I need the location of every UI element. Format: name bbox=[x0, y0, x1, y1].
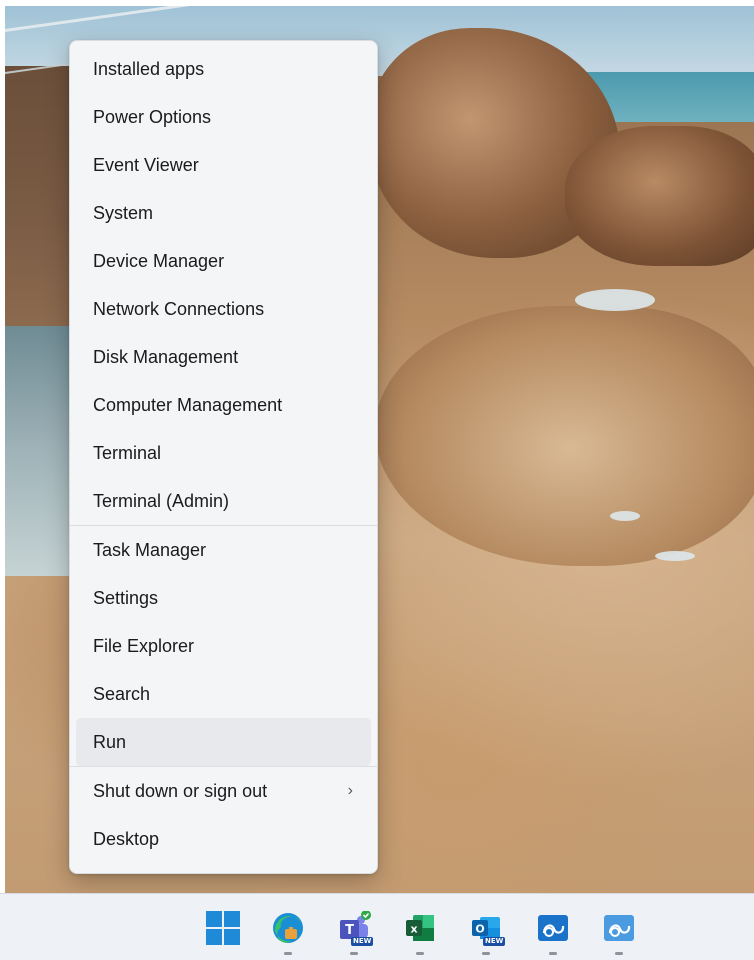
remote-app-icon[interactable] bbox=[536, 911, 570, 945]
microsoft-excel-icon[interactable]: x bbox=[403, 911, 437, 945]
microsoft-outlook-icon[interactable]: O NEW bbox=[469, 911, 506, 946]
menu-item-label: System bbox=[93, 202, 154, 223]
menu-item-label: Terminal (Admin) bbox=[93, 490, 230, 511]
running-indicator bbox=[284, 952, 292, 955]
new-badge: NEW bbox=[351, 937, 374, 946]
menu-item-label: Task Manager bbox=[93, 539, 207, 560]
running-indicator bbox=[416, 952, 424, 955]
menu-item-terminal-admin[interactable]: Terminal (Admin) bbox=[76, 477, 371, 525]
menu-item-label: Installed apps bbox=[93, 58, 205, 79]
svg-text:x: x bbox=[410, 923, 417, 936]
microsoft-edge-icon[interactable] bbox=[271, 911, 305, 945]
menu-item-terminal[interactable]: Terminal bbox=[76, 429, 371, 477]
menu-item-label: Search bbox=[93, 683, 151, 704]
menu-item-label: Event Viewer bbox=[93, 154, 199, 175]
wallpaper-pool bbox=[5, 326, 75, 576]
running-indicator bbox=[482, 952, 490, 955]
menu-item-label: File Explorer bbox=[93, 635, 195, 656]
wallpaper-rock bbox=[565, 126, 754, 266]
menu-item-label: Disk Management bbox=[93, 346, 239, 367]
menu-item-label: Power Options bbox=[93, 106, 212, 127]
wallpaper-puddle bbox=[575, 289, 655, 311]
running-indicator bbox=[549, 952, 557, 955]
menu-item-label: Terminal bbox=[93, 442, 162, 463]
menu-item-shut-down-or-sign-out[interactable]: Shut down or sign out › bbox=[76, 767, 371, 815]
menu-item-desktop[interactable]: Desktop bbox=[76, 815, 371, 863]
menu-item-system[interactable]: System bbox=[76, 189, 371, 237]
running-indicator bbox=[350, 952, 358, 955]
svg-text:T: T bbox=[345, 923, 354, 938]
windows-start-icon[interactable] bbox=[206, 911, 240, 945]
wallpaper-puddle bbox=[610, 511, 640, 521]
menu-item-event-viewer[interactable]: Event Viewer bbox=[76, 141, 371, 189]
desktop-screen: Installed apps Power Options Event Viewe… bbox=[0, 0, 754, 960]
menu-item-label: Shut down or sign out bbox=[93, 780, 268, 801]
microsoft-teams-icon[interactable]: T NEW bbox=[337, 910, 374, 946]
quick-link-menu: Installed apps Power Options Event Viewe… bbox=[69, 40, 378, 874]
wallpaper-puddle bbox=[655, 551, 695, 561]
running-indicator bbox=[615, 952, 623, 955]
menu-item-search[interactable]: Search bbox=[76, 670, 371, 718]
menu-item-label: Settings bbox=[93, 587, 159, 608]
wallpaper-rock bbox=[375, 306, 754, 566]
menu-item-disk-management[interactable]: Disk Management bbox=[76, 333, 371, 381]
remote-app-icon[interactable] bbox=[602, 911, 636, 945]
menu-item-settings[interactable]: Settings bbox=[76, 574, 371, 622]
menu-item-task-manager[interactable]: Task Manager bbox=[76, 526, 371, 574]
menu-item-label: Run bbox=[93, 731, 127, 752]
new-badge: NEW bbox=[483, 937, 506, 946]
menu-item-device-manager[interactable]: Device Manager bbox=[76, 237, 371, 285]
menu-item-label: Network Connections bbox=[93, 298, 265, 319]
menu-item-label: Device Manager bbox=[93, 250, 225, 271]
menu-item-run[interactable]: Run bbox=[76, 718, 371, 766]
menu-item-power-options[interactable]: Power Options bbox=[76, 93, 371, 141]
chevron-right-icon: › bbox=[347, 782, 353, 799]
menu-item-file-explorer[interactable]: File Explorer bbox=[76, 622, 371, 670]
menu-item-label: Computer Management bbox=[93, 394, 283, 415]
wallpaper-cliff bbox=[5, 66, 75, 326]
menu-item-label: Desktop bbox=[93, 828, 160, 849]
menu-item-network-connections[interactable]: Network Connections bbox=[76, 285, 371, 333]
taskbar: T NEW x O NEW bbox=[0, 893, 754, 960]
menu-item-computer-management[interactable]: Computer Management bbox=[76, 381, 371, 429]
menu-item-installed-apps[interactable]: Installed apps bbox=[76, 45, 371, 93]
svg-text:O: O bbox=[475, 923, 484, 936]
